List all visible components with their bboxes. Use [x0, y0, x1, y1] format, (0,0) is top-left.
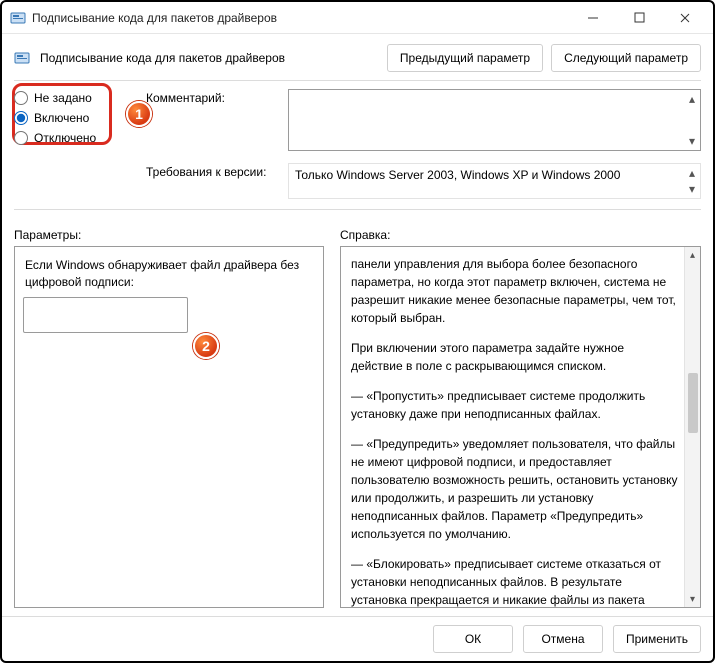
radio-not-configured-input[interactable] — [14, 91, 28, 105]
radio-disabled-label: Отключено — [34, 131, 96, 145]
help-label: Справка: — [340, 228, 701, 246]
action-dropdown[interactable]: Пропустить ⌄ — [25, 303, 183, 327]
comment-label: Комментарий: — [146, 89, 278, 105]
scroll-up-icon[interactable]: ▴ — [689, 166, 695, 180]
requirements-label: Требования к версии: — [146, 163, 278, 179]
parameters-box: Если Windows обнаруживает файл драйвера … — [14, 246, 324, 608]
scroll-down-icon[interactable]: ▾ — [689, 134, 695, 148]
chevron-down-icon: ⌄ — [167, 308, 176, 321]
parameters-text: Если Windows обнаруживает файл драйвера … — [25, 257, 313, 291]
requirements-value: Только Windows Server 2003, Windows XP и… — [295, 168, 694, 182]
scroll-up-icon[interactable]: ▴ — [685, 247, 701, 263]
cancel-button[interactable]: Отмена — [523, 625, 603, 653]
window-title: Подписывание кода для пакетов драйверов — [32, 11, 579, 25]
maximize-button[interactable] — [625, 4, 653, 32]
divider — [14, 80, 701, 81]
minimize-button[interactable] — [579, 4, 607, 32]
comment-textarea[interactable]: ▴ ▾ — [288, 89, 701, 151]
app-icon — [10, 10, 26, 26]
help-p2: При включении этого параметра задайте ну… — [351, 339, 678, 375]
next-setting-button[interactable]: Следующий параметр — [551, 44, 701, 72]
radio-enabled[interactable]: Включено — [14, 111, 134, 125]
help-scrollbar[interactable]: ▴ ▾ — [684, 247, 700, 607]
radio-disabled-input[interactable] — [14, 131, 28, 145]
help-box: панели управления для выбора более безоп… — [340, 246, 701, 608]
previous-setting-button[interactable]: Предыдущий параметр — [387, 44, 543, 72]
ok-button[interactable]: ОК — [433, 625, 513, 653]
callout-1: 1 — [126, 101, 152, 127]
radio-enabled-input[interactable] — [14, 111, 28, 125]
divider — [14, 209, 701, 210]
scroll-down-icon[interactable]: ▾ — [689, 182, 695, 196]
callout-2: 2 — [193, 333, 219, 359]
scroll-down-icon[interactable]: ▾ — [685, 591, 701, 607]
help-p5: — «Блокировать» предписывает системе отк… — [351, 555, 678, 608]
radio-not-configured[interactable]: Не задано — [14, 91, 134, 105]
radio-not-configured-label: Не задано — [34, 91, 92, 105]
apply-button[interactable]: Применить — [613, 625, 701, 653]
help-p4: — «Предупредить» уведомляет пользователя… — [351, 435, 678, 543]
dropdown-value: Пропустить — [32, 308, 96, 322]
help-p3: — «Пропустить» предписывает системе прод… — [351, 387, 678, 423]
scroll-thumb[interactable] — [688, 373, 698, 433]
radio-disabled[interactable]: Отключено — [14, 131, 134, 145]
policy-title: Подписывание кода для пакетов драйверов — [40, 51, 377, 65]
requirements-box: Только Windows Server 2003, Windows XP и… — [288, 163, 701, 199]
parameters-label: Параметры: — [14, 228, 324, 246]
radio-enabled-label: Включено — [34, 111, 89, 125]
help-p1: панели управления для выбора более безоп… — [351, 255, 678, 327]
policy-icon — [14, 50, 30, 66]
close-button[interactable] — [671, 4, 699, 32]
scroll-up-icon[interactable]: ▴ — [689, 92, 695, 106]
